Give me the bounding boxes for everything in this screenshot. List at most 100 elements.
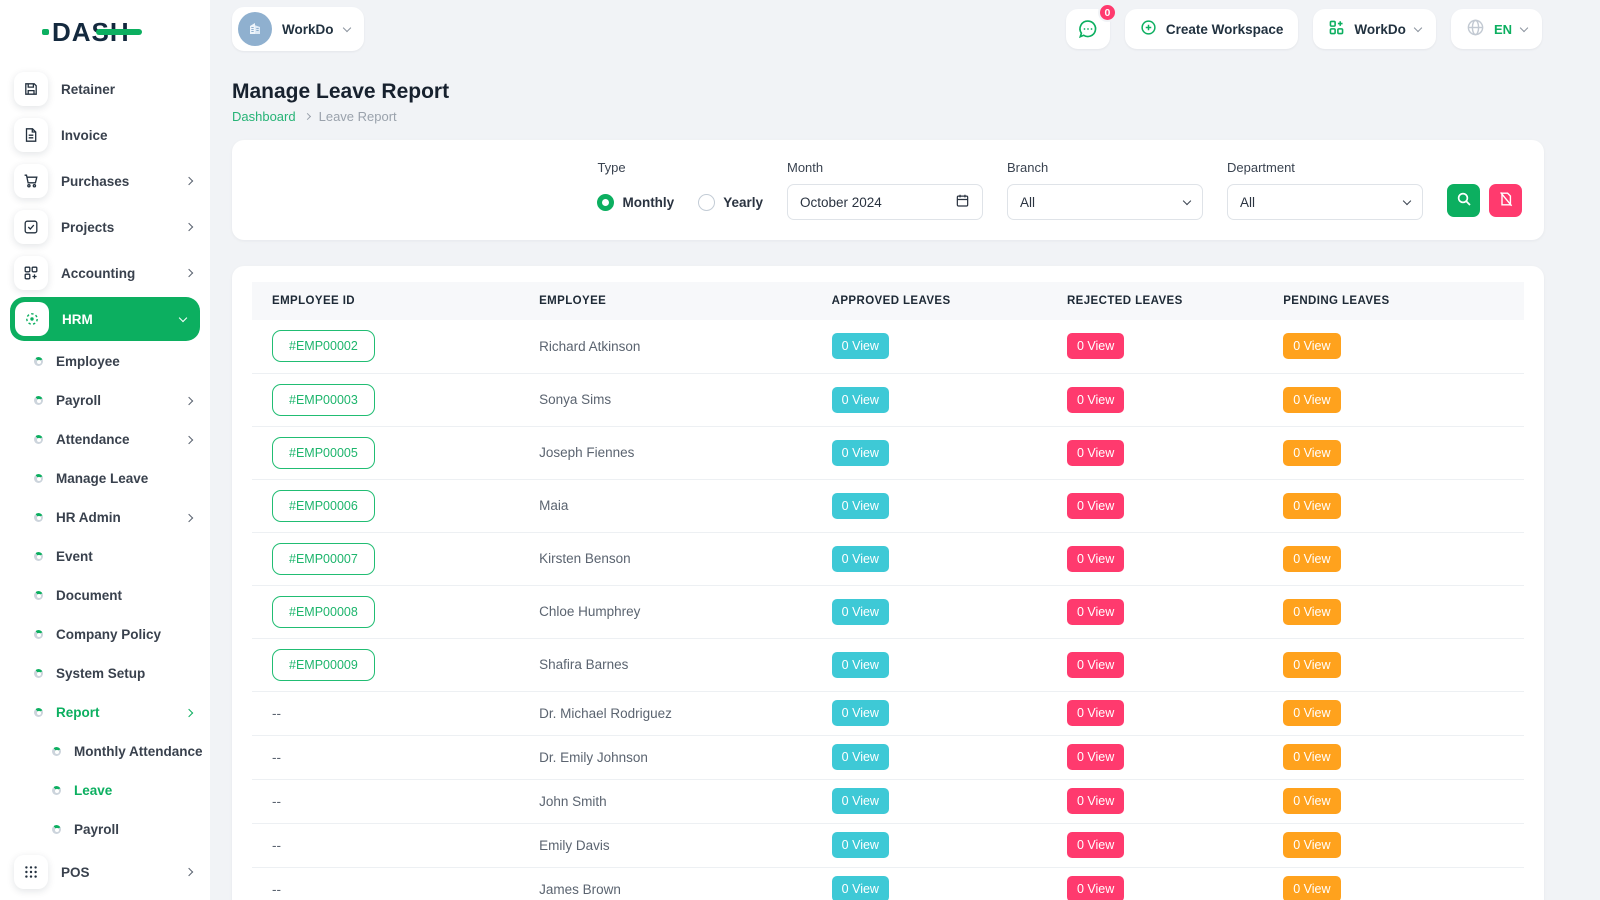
sidebar-item-payroll[interactable]: Payroll	[0, 381, 210, 420]
employee-id-badge[interactable]: #EMP00006	[272, 490, 375, 522]
employee-name: Sonya Sims	[539, 392, 611, 407]
employee-name-cell: Joseph Fiennes	[519, 426, 812, 479]
employee-id-badge[interactable]: #EMP00003	[272, 384, 375, 416]
approved-leaves-badge[interactable]: 0 View	[832, 700, 889, 726]
pending-leaves-badge[interactable]: 0 View	[1283, 876, 1340, 900]
approved-leaves-badge[interactable]: 0 View	[832, 788, 889, 814]
pending-leaves-badge[interactable]: 0 View	[1283, 788, 1340, 814]
sidebar-item-label: HRM	[62, 312, 167, 327]
breadcrumb-dashboard-link[interactable]: Dashboard	[232, 109, 296, 124]
rejected-leaves-cell: 0 View	[1047, 779, 1263, 823]
approved-leaves-badge[interactable]: 0 View	[832, 599, 889, 625]
calendar-icon	[955, 193, 970, 211]
approved-leaves-badge[interactable]: 0 View	[832, 333, 889, 359]
sidebar-item-document[interactable]: Document	[0, 576, 210, 615]
bullet-icon	[34, 669, 43, 678]
employee-id-badge[interactable]: #EMP00002	[272, 330, 375, 362]
sidebar-item-hr-admin[interactable]: HR Admin	[0, 498, 210, 537]
rejected-leaves-badge[interactable]: 0 View	[1067, 876, 1124, 900]
approved-leaves-badge[interactable]: 0 View	[832, 832, 889, 858]
pending-leaves-badge[interactable]: 0 View	[1283, 744, 1340, 770]
chat-icon	[1077, 18, 1099, 40]
sidebar-item-invoice[interactable]: Invoice	[0, 112, 210, 158]
rejected-leaves-badge[interactable]: 0 View	[1067, 652, 1124, 678]
employee-id-badge[interactable]: #EMP00007	[272, 543, 375, 575]
sidebar-item-projects[interactable]: Projects	[0, 204, 210, 250]
approved-leaves-badge[interactable]: 0 View	[832, 652, 889, 678]
language-selector[interactable]: EN	[1451, 9, 1542, 49]
employee-id-badge[interactable]: #EMP00009	[272, 649, 375, 681]
sidebar-item-attendance[interactable]: Attendance	[0, 420, 210, 459]
create-workspace-button[interactable]: Create Workspace	[1125, 9, 1299, 49]
workdo-menu-label: WorkDo	[1354, 22, 1406, 37]
reset-filter-button[interactable]	[1489, 184, 1522, 217]
pending-leaves-badge[interactable]: 0 View	[1283, 652, 1340, 678]
approved-leaves-badge[interactable]: 0 View	[832, 546, 889, 572]
sidebar-item-hrm[interactable]: HRM	[10, 297, 200, 341]
app-logo[interactable]: DASH	[0, 0, 210, 64]
workdo-menu-button[interactable]: WorkDo	[1313, 9, 1436, 49]
sidebar-item-system-setup[interactable]: System Setup	[0, 654, 210, 693]
employee-name-cell: Shafira Barnes	[519, 638, 812, 691]
sidebar-item-label: HR Admin	[56, 510, 173, 525]
sidebar-item-event[interactable]: Event	[0, 537, 210, 576]
department-select[interactable]: All	[1227, 184, 1423, 220]
pending-leaves-badge[interactable]: 0 View	[1283, 546, 1340, 572]
employee-id-badge[interactable]: #EMP00005	[272, 437, 375, 469]
approved-leaves-badge[interactable]: 0 View	[832, 440, 889, 466]
workspace-switcher[interactable]: WorkDo	[232, 7, 364, 51]
radio-monthly[interactable]: Monthly	[597, 194, 674, 211]
rejected-leaves-badge[interactable]: 0 View	[1067, 493, 1124, 519]
pending-leaves-badge[interactable]: 0 View	[1283, 440, 1340, 466]
chevron-right-icon	[185, 513, 193, 521]
chevron-right-icon	[185, 269, 193, 277]
month-input[interactable]: October 2024	[787, 184, 983, 220]
rejected-leaves-badge[interactable]: 0 View	[1067, 333, 1124, 359]
search-button[interactable]	[1447, 184, 1480, 217]
month-value: October 2024	[800, 195, 882, 210]
rejected-leaves-badge[interactable]: 0 View	[1067, 440, 1124, 466]
approved-leaves-badge[interactable]: 0 View	[832, 387, 889, 413]
topbar: WorkDo 0 Create Workspace WorkDo EN	[210, 0, 1600, 58]
approved-leaves-badge[interactable]: 0 View	[832, 876, 889, 900]
pending-leaves-badge[interactable]: 0 View	[1283, 832, 1340, 858]
approved-leaves-badge[interactable]: 0 View	[832, 744, 889, 770]
pending-leaves-badge[interactable]: 0 View	[1283, 493, 1340, 519]
rejected-leaves-badge[interactable]: 0 View	[1067, 788, 1124, 814]
sidebar-item-pos[interactable]: POS	[0, 849, 210, 895]
pending-leaves-badge[interactable]: 0 View	[1283, 700, 1340, 726]
rejected-leaves-badge[interactable]: 0 View	[1067, 599, 1124, 625]
chevron-down-icon	[179, 313, 187, 321]
rejected-leaves-badge[interactable]: 0 View	[1067, 744, 1124, 770]
radio-yearly[interactable]: Yearly	[698, 194, 763, 211]
sidebar-item-retainer[interactable]: Retainer	[0, 66, 210, 112]
pending-leaves-badge[interactable]: 0 View	[1283, 387, 1340, 413]
rejected-leaves-badge[interactable]: 0 View	[1067, 387, 1124, 413]
branch-select[interactable]: All	[1007, 184, 1203, 220]
sidebar-item-purchases[interactable]: Purchases	[0, 158, 210, 204]
sidebar-item-monthly-attendance[interactable]: Monthly Attendance	[0, 732, 210, 771]
approved-leaves-badge[interactable]: 0 View	[832, 493, 889, 519]
employee-id-empty: --	[272, 838, 281, 853]
rejected-leaves-badge[interactable]: 0 View	[1067, 832, 1124, 858]
employee-id-cell: #EMP00007	[252, 532, 519, 585]
employee-id-badge[interactable]: #EMP00008	[272, 596, 375, 628]
pending-leaves-badge[interactable]: 0 View	[1283, 599, 1340, 625]
sidebar-item-accounting[interactable]: Accounting	[0, 250, 210, 296]
sidebar-item-company-policy[interactable]: Company Policy	[0, 615, 210, 654]
rejected-leaves-badge[interactable]: 0 View	[1067, 546, 1124, 572]
messages-button[interactable]: 0	[1066, 9, 1110, 49]
sidebar-item-payroll[interactable]: Payroll	[0, 810, 210, 849]
sidebar-item-label: POS	[61, 865, 173, 880]
sidebar-item-manage-leave[interactable]: Manage Leave	[0, 459, 210, 498]
sidebar-item-label: Invoice	[61, 128, 192, 143]
rejected-leaves-badge[interactable]: 0 View	[1067, 700, 1124, 726]
sidebar-item-report[interactable]: Report	[0, 693, 210, 732]
sidebar-item-leave[interactable]: Leave	[0, 771, 210, 810]
sidebar-item-employee[interactable]: Employee	[0, 342, 210, 381]
sidebar-item-label: Document	[56, 588, 192, 603]
pending-leaves-cell: 0 View	[1263, 585, 1524, 638]
workspace-name: WorkDo	[282, 22, 334, 37]
pending-leaves-badge[interactable]: 0 View	[1283, 333, 1340, 359]
employee-name-cell: Dr. Michael Rodriguez	[519, 691, 812, 735]
